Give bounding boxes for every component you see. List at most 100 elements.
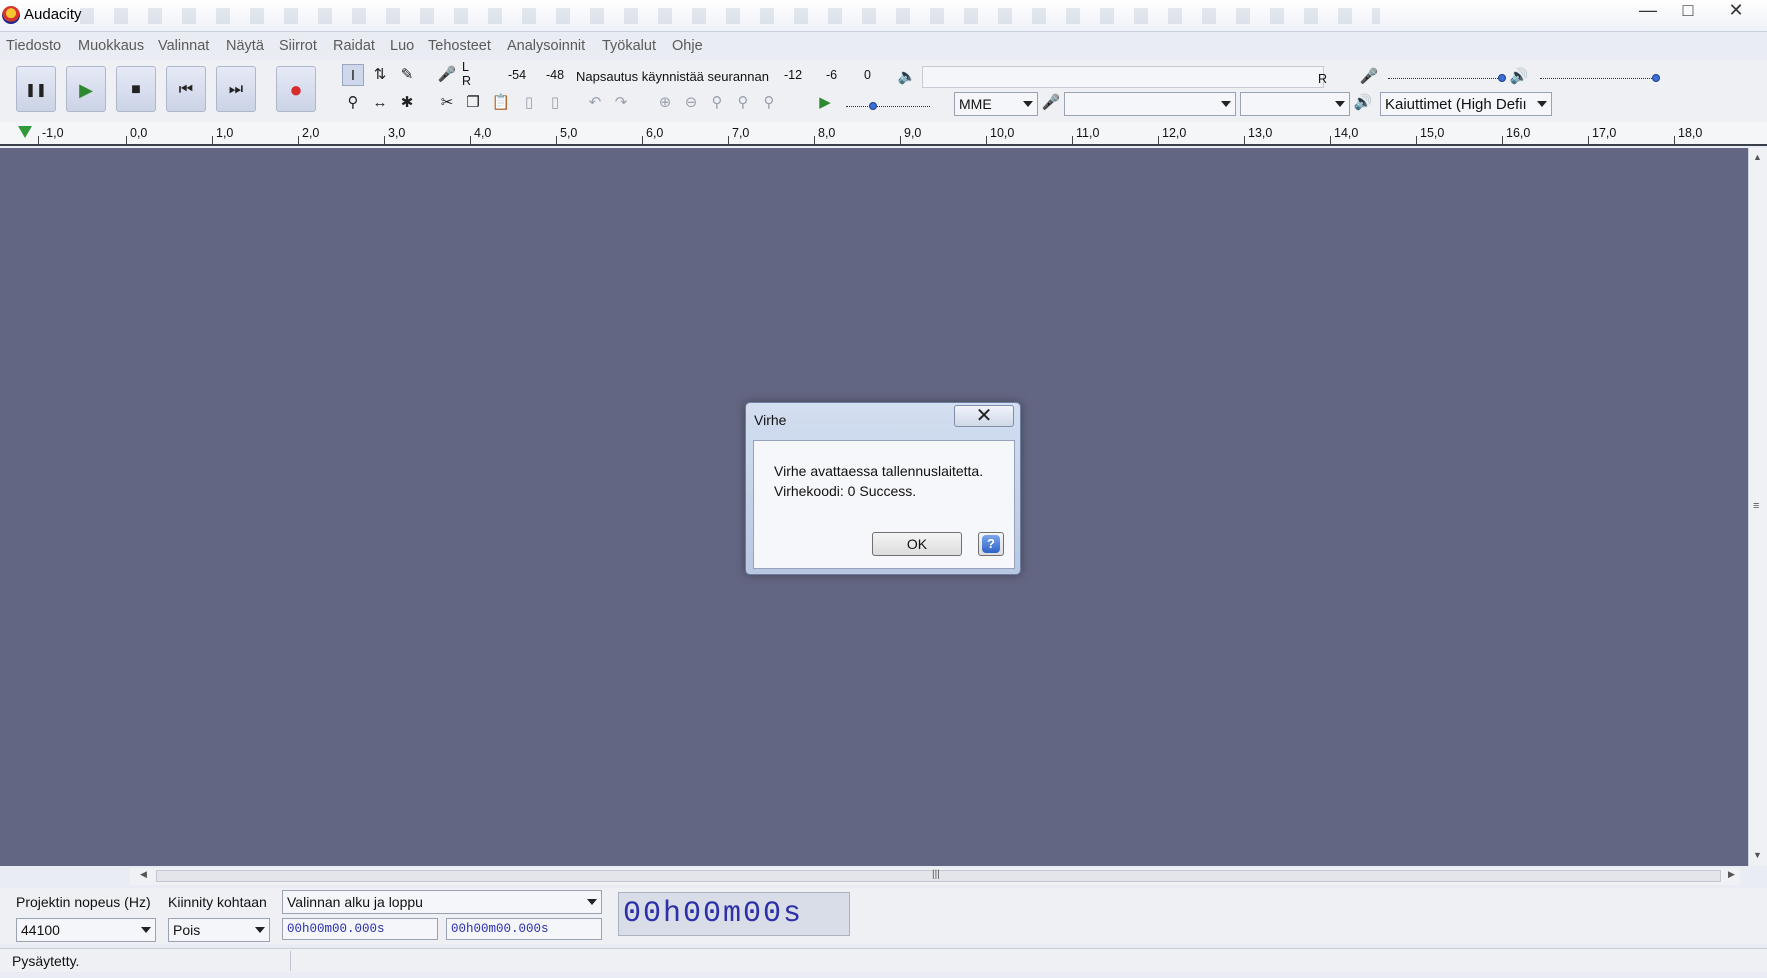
playback-device-value: Kaiuttimet (High Defiı xyxy=(1385,96,1527,113)
audacity-logo-icon xyxy=(2,6,20,24)
menu-nayta[interactable]: Näytä xyxy=(226,38,264,54)
play-at-speed-icon[interactable]: ▶ xyxy=(814,92,836,114)
stop-icon: ■ xyxy=(131,81,141,98)
ruler-label: 0,0 xyxy=(130,126,148,140)
scroll-down-icon[interactable]: ▼ xyxy=(1753,850,1762,860)
meter-right-label: R xyxy=(462,74,472,88)
zoom-toggle-icon[interactable]: ⚲ xyxy=(758,92,780,114)
ruler-label: 1,0 xyxy=(216,126,234,140)
recording-channels-select[interactable] xyxy=(1240,92,1350,116)
ok-button[interactable]: OK xyxy=(872,532,962,556)
paste-icon[interactable]: 📋 xyxy=(490,92,512,114)
copy-icon[interactable]: ❐ xyxy=(462,92,484,114)
ruler-label: 11,0 xyxy=(1076,126,1100,140)
skip-to-end-button[interactable]: ⏭ xyxy=(216,66,256,112)
record-meter-hint[interactable]: Napsautus käynnistää seurannan xyxy=(576,69,769,84)
recording-volume-slider[interactable] xyxy=(1498,74,1506,82)
ruler-label: 8,0 xyxy=(818,126,836,140)
menu-siirrot[interactable]: Siirrot xyxy=(279,38,317,54)
ruler-tick xyxy=(814,136,815,144)
scroll-left-icon[interactable]: ◀ xyxy=(140,869,147,880)
ruler-label: 2,0 xyxy=(302,126,320,140)
audio-position-display[interactable]: 00h00m00s xyxy=(618,892,850,936)
recording-device-select[interactable] xyxy=(1064,92,1236,116)
menu-tehosteet[interactable]: Tehosteet xyxy=(428,38,491,54)
undo-icon[interactable]: ↶ xyxy=(584,92,606,114)
ruler-label: 3,0 xyxy=(388,126,406,140)
menu-ohje[interactable]: Ohje xyxy=(672,38,703,54)
ruler-tick xyxy=(1072,136,1073,144)
horizontal-scrollbar[interactable]: ◀ ||| ▶ xyxy=(130,868,1740,885)
playback-volume-slider[interactable] xyxy=(1652,74,1660,82)
snap-to-value: Pois xyxy=(173,922,201,938)
close-window-button[interactable]: ✕ xyxy=(1716,0,1756,22)
selection-mode-select[interactable]: Valinnan alku ja loppu xyxy=(282,890,602,914)
envelope-tool-icon[interactable]: ⇅ xyxy=(369,64,391,86)
playback-device-select[interactable]: Kaiuttimet (High Defiı xyxy=(1380,92,1552,116)
status-text: Pysäytetty. xyxy=(12,953,80,969)
meter-scale-48: -48 xyxy=(546,68,565,82)
scroll-up-icon[interactable]: ▲ xyxy=(1753,152,1762,162)
zoom-out-icon[interactable]: ⊖ xyxy=(680,92,702,114)
selection-tool-icon[interactable]: I xyxy=(342,64,364,86)
playback-meter[interactable] xyxy=(922,66,1324,88)
menu-tiedosto[interactable]: Tiedosto xyxy=(6,38,61,54)
record-button[interactable]: ● xyxy=(276,66,316,112)
play-button[interactable]: ▶ xyxy=(66,66,106,112)
ruler-label: 18,0 xyxy=(1678,126,1703,140)
selection-start-time[interactable]: 00h00m00.000s xyxy=(282,918,438,940)
menu-analysoinnit[interactable]: Analysoinnit xyxy=(507,38,585,54)
play-head-marker-icon[interactable] xyxy=(18,126,32,138)
play-icon: ▶ xyxy=(79,80,93,100)
chevron-down-icon xyxy=(1221,101,1231,107)
scroll-right-icon[interactable]: ▶ xyxy=(1728,869,1735,880)
audio-host-select[interactable]: MME xyxy=(954,92,1038,116)
playback-meter-right-label: R xyxy=(1318,72,1328,86)
background-window-ghost xyxy=(80,8,1380,24)
menu-tyokalut[interactable]: Työkalut xyxy=(602,38,656,54)
snap-to-select[interactable]: Pois xyxy=(168,918,270,942)
vertical-scrollbar[interactable]: ▲ ≡ ▼ xyxy=(1748,148,1767,866)
ruler-label: -1,0 xyxy=(42,126,64,140)
ruler-label: 12,0 xyxy=(1162,126,1187,140)
playback-meter-speaker-icon[interactable]: 🔈 xyxy=(896,66,918,88)
pause-button[interactable]: ❚❚ xyxy=(16,66,56,112)
ruler-tick xyxy=(728,136,729,144)
ruler-tick xyxy=(1674,136,1675,144)
zoom-in-icon[interactable]: ⊕ xyxy=(654,92,676,114)
menu-muokkaus[interactable]: Muokkaus xyxy=(78,38,144,54)
redo-icon[interactable]: ↷ xyxy=(610,92,632,114)
menu-luo[interactable]: Luo xyxy=(390,38,414,54)
status-divider xyxy=(290,951,291,971)
ruler-label: 9,0 xyxy=(904,126,922,140)
multi-tool-icon[interactable]: ✱ xyxy=(396,92,418,114)
cut-icon[interactable]: ✂ xyxy=(436,92,458,114)
menu-valinnat[interactable]: Valinnat xyxy=(158,38,209,54)
chevron-down-icon xyxy=(1537,101,1547,107)
window-title: Audacity xyxy=(24,6,82,23)
ruler-label: 13,0 xyxy=(1248,126,1273,140)
play-speed-slider[interactable] xyxy=(869,102,877,110)
fit-project-icon[interactable]: ⚲ xyxy=(732,92,754,114)
ruler-label: 10,0 xyxy=(990,126,1015,140)
draw-tool-icon[interactable]: ✎ xyxy=(396,64,418,86)
stop-button[interactable]: ■ xyxy=(116,66,156,112)
silence-icon[interactable]: ▯ xyxy=(544,92,566,114)
selection-end-time[interactable]: 00h00m00.000s xyxy=(446,918,602,940)
dialog-close-button[interactable]: ✕ xyxy=(954,405,1014,427)
maximize-button[interactable]: □ xyxy=(1668,0,1708,22)
time-shift-tool-icon[interactable]: ↔ xyxy=(369,92,391,114)
record-meter-mic-icon[interactable]: 🎤 xyxy=(436,64,458,86)
menu-raidat[interactable]: Raidat xyxy=(333,38,375,54)
error-dialog: Virhe ✕ Virhe avattaessa tallennuslaitet… xyxy=(745,402,1021,575)
ruler-label: 4,0 xyxy=(474,126,492,140)
project-rate-select[interactable]: 44100 xyxy=(16,918,156,942)
timeline-ruler[interactable]: -1,0 0,0 1,0 2,0 3,0 4,0 5,0 6,0 7,0 8,0… xyxy=(0,122,1767,146)
skip-to-start-button[interactable]: ⏮ xyxy=(166,66,206,112)
minimize-button[interactable]: — xyxy=(1628,0,1668,22)
ruler-tick xyxy=(38,136,39,144)
help-button[interactable]: ? xyxy=(978,532,1004,556)
zoom-tool-icon[interactable]: ⚲ xyxy=(342,92,364,114)
trim-icon[interactable]: ▯ xyxy=(518,92,540,114)
fit-selection-icon[interactable]: ⚲ xyxy=(706,92,728,114)
